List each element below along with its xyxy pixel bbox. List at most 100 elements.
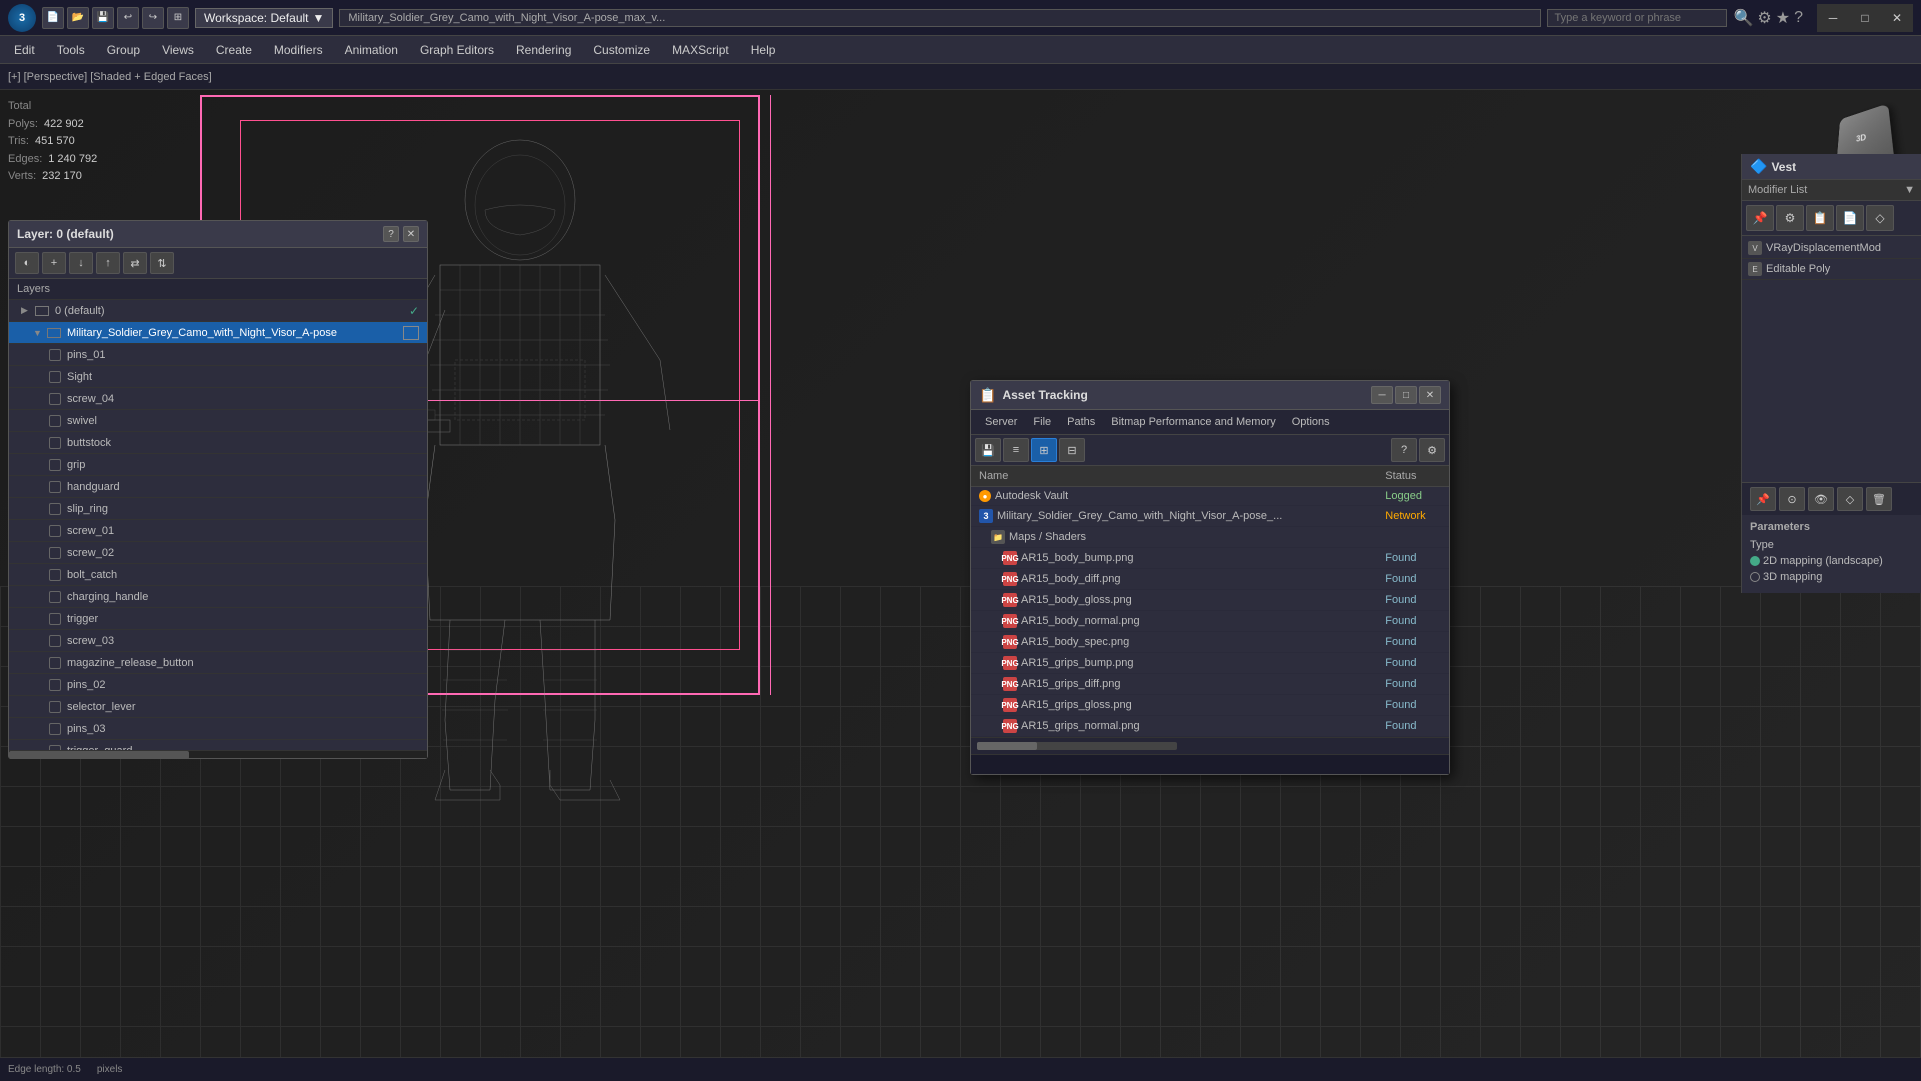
asset-help-btn[interactable]: ? [1391, 438, 1417, 462]
layer-panel-close-btn[interactable]: ✕ [403, 226, 419, 242]
asset-menu-server[interactable]: Server [977, 413, 1025, 431]
asset-close-btn[interactable]: ✕ [1419, 386, 1441, 404]
search-icon[interactable]: 🔍 [1733, 8, 1753, 28]
menu-rendering[interactable]: Rendering [506, 39, 581, 61]
layer-item-selectorlever[interactable]: selector_lever [9, 696, 427, 718]
star-icon[interactable]: ★ [1776, 8, 1790, 28]
asset-minimize-btn[interactable]: ─ [1371, 386, 1393, 404]
menu-customize[interactable]: Customize [583, 39, 660, 61]
menu-views[interactable]: Views [152, 39, 204, 61]
close-btn[interactable]: ✕ [1881, 4, 1913, 32]
asset-scrollbar-h[interactable] [977, 742, 1177, 750]
layer-move-down-btn[interactable]: ↓ [69, 252, 93, 274]
modifier-item-vray[interactable]: V VRayDisplacementMod [1742, 238, 1921, 259]
menu-help[interactable]: Help [741, 39, 786, 61]
pin-modifier-btn[interactable]: 📌 [1746, 205, 1774, 231]
asset-row-vault[interactable]: ●Autodesk Vault Logged [971, 487, 1449, 506]
modifier-list-dropdown-icon[interactable]: ▼ [1904, 184, 1915, 196]
viewport-btn[interactable]: ⊞ [167, 7, 189, 29]
make-unique-btn[interactable]: ◇ [1866, 205, 1894, 231]
open-file-btn[interactable]: 📂 [67, 7, 89, 29]
layer-item-magrelease[interactable]: magazine_release_button [9, 652, 427, 674]
layer-move-up-btn[interactable]: ↑ [96, 252, 120, 274]
layer-item-swivel[interactable]: swivel [9, 410, 427, 432]
menu-group[interactable]: Group [97, 39, 150, 61]
layer-item-handguard[interactable]: handguard [9, 476, 427, 498]
layer-item-grip[interactable]: grip [9, 454, 427, 476]
menu-maxscript[interactable]: MAXScript [662, 39, 739, 61]
minimize-btn[interactable]: ─ [1817, 4, 1849, 32]
asset-row-grips-bump[interactable]: PNGAR15_grips_bump.png Found [971, 653, 1449, 674]
asset-menu-bitmap[interactable]: Bitmap Performance and Memory [1103, 413, 1283, 431]
make-unique-2-btn[interactable]: ◇ [1837, 487, 1863, 511]
copy-modifier-btn[interactable]: 📋 [1806, 205, 1834, 231]
asset-panel-header[interactable]: 📋 Asset Tracking ─ □ ✕ [971, 381, 1449, 410]
asset-menu-file[interactable]: File [1025, 413, 1059, 431]
configure-modifier-btn[interactable]: ⚙ [1776, 205, 1804, 231]
layer-item-charging[interactable]: charging_handle [9, 586, 427, 608]
layer-item-pins03[interactable]: pins_03 [9, 718, 427, 740]
maximize-btn[interactable]: □ [1849, 4, 1881, 32]
asset-details-btn[interactable]: ⊟ [1059, 438, 1085, 462]
layer-item-buttstock[interactable]: buttstock [9, 432, 427, 454]
mapping-2d-option[interactable]: 2D mapping (landscape) [1750, 555, 1883, 567]
asset-row-body-normal[interactable]: PNGAR15_body_normal.png Found [971, 611, 1449, 632]
undo-btn[interactable]: ↩ [117, 7, 139, 29]
asset-grid-btn[interactable]: ⊞ [1031, 438, 1057, 462]
layer-item-soldier[interactable]: ▼ Military_Soldier_Grey_Camo_with_Night_… [9, 322, 427, 344]
layer-item-default[interactable]: ▶ 0 (default) ✓ [9, 300, 427, 322]
layers-list[interactable]: ▶ 0 (default) ✓ ▼ Military_Soldier_Grey_… [9, 300, 427, 750]
menu-tools[interactable]: Tools [47, 39, 95, 61]
asset-table-container[interactable]: Name Status ●Autodesk Vault Logged 3Mili… [971, 466, 1449, 737]
asset-maximize-btn[interactable]: □ [1395, 386, 1417, 404]
layer-add-btn[interactable]: + [42, 252, 66, 274]
asset-row-maps[interactable]: 📁Maps / Shaders [971, 527, 1449, 548]
redo-btn[interactable]: ↪ [142, 7, 164, 29]
asset-row-body-spec[interactable]: PNGAR15_body_spec.png Found [971, 632, 1449, 653]
asset-col-name[interactable]: Name [971, 466, 1377, 487]
layer-item-slipring[interactable]: slip_ring [9, 498, 427, 520]
layer-item-boltcatch[interactable]: bolt_catch [9, 564, 427, 586]
asset-row-body-diff[interactable]: PNGAR15_body_diff.png Found [971, 569, 1449, 590]
mapping-3d-option[interactable]: 3D mapping [1750, 571, 1822, 583]
mapping-2d-radio[interactable] [1750, 556, 1760, 566]
layer-item-sight[interactable]: Sight [9, 366, 427, 388]
keyword-search-input[interactable] [1547, 9, 1727, 27]
new-file-btn[interactable]: 📄 [42, 7, 64, 29]
paste-modifier-btn[interactable]: 📄 [1836, 205, 1864, 231]
layer-item-trigger[interactable]: trigger [9, 608, 427, 630]
help-icon[interactable]: ? [1794, 9, 1803, 27]
modifier-item-editablepoly[interactable]: E Editable Poly [1742, 259, 1921, 280]
asset-menu-paths[interactable]: Paths [1059, 413, 1103, 431]
pin-stack-btn[interactable]: 📌 [1750, 487, 1776, 511]
show-in-viewport-btn[interactable]: 👁 [1808, 487, 1834, 511]
asset-row-grips-gloss[interactable]: PNGAR15_grips_gloss.png Found [971, 695, 1449, 716]
menu-create[interactable]: Create [206, 39, 262, 61]
asset-row-body-gloss[interactable]: PNGAR15_body_gloss.png Found [971, 590, 1449, 611]
viewport-3d[interactable]: Total Polys: 422 902 Tris: 451 570 Edges… [0, 90, 1921, 1081]
asset-row-body-bump[interactable]: PNGAR15_body_bump.png Found [971, 548, 1449, 569]
asset-col-status[interactable]: Status [1377, 466, 1449, 487]
layer-panel-header[interactable]: Layer: 0 (default) ? ✕ [9, 221, 427, 248]
menu-graph-editors[interactable]: Graph Editors [410, 39, 504, 61]
layer-item-screw01[interactable]: screw_01 [9, 520, 427, 542]
layer-scrollbar-h[interactable] [9, 750, 427, 758]
layer-item-screw03[interactable]: screw_03 [9, 630, 427, 652]
layer-item-screw04[interactable]: screw_04 [9, 388, 427, 410]
workspace-selector[interactable]: Workspace: Default ▼ [195, 8, 333, 28]
mapping-3d-radio[interactable] [1750, 572, 1760, 582]
asset-list-btn[interactable]: ≡ [1003, 438, 1029, 462]
layer-item-triggerguard[interactable]: trigger_guard [9, 740, 427, 750]
layer-item-pins02[interactable]: pins_02 [9, 674, 427, 696]
settings-icon[interactable]: ⚙ [1757, 8, 1771, 28]
layer-item-screw02[interactable]: screw_02 [9, 542, 427, 564]
layer-item-pins01[interactable]: pins_01 [9, 344, 427, 366]
asset-menu-options[interactable]: Options [1284, 413, 1338, 431]
menu-edit[interactable]: Edit [4, 39, 45, 61]
layer-panel-help-btn[interactable]: ? [383, 226, 399, 242]
layer-swap-btn[interactable]: ⇄ [123, 252, 147, 274]
save-file-btn[interactable]: 💾 [92, 7, 114, 29]
asset-row-grips-diff[interactable]: PNGAR15_grips_diff.png Found [971, 674, 1449, 695]
asset-row-soldier[interactable]: 3Military_Soldier_Grey_Camo_with_Night_V… [971, 506, 1449, 527]
delete-modifier-btn[interactable]: 🗑 [1866, 487, 1892, 511]
